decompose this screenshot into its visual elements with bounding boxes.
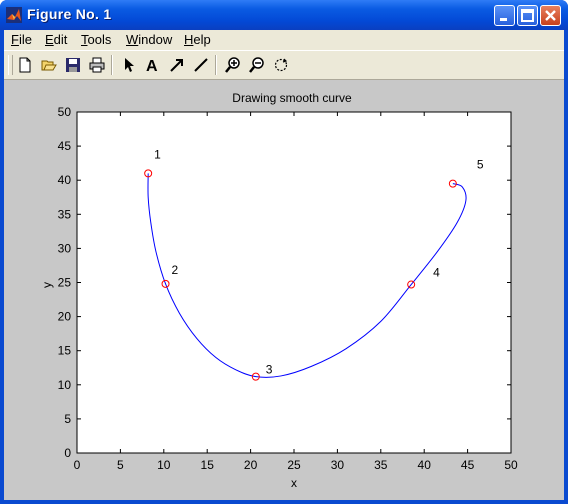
menu-edit[interactable]: Edit xyxy=(45,32,67,47)
plot-svg: Drawing smooth curve x y 0 5 10 15 20 25 30 35 4… xyxy=(40,91,518,490)
y-tick-label: 20 xyxy=(58,310,72,324)
toolbar-grip[interactable] xyxy=(8,55,13,75)
new-figure-button[interactable] xyxy=(14,54,36,76)
y-tick-label: 5 xyxy=(64,412,71,426)
insert-arrow-button[interactable] xyxy=(166,54,188,76)
insert-text-icon: A xyxy=(146,58,158,73)
title-bar[interactable]: Figure No. 1 xyxy=(0,0,568,30)
point-label: 2 xyxy=(172,263,179,277)
x-tick-label: 20 xyxy=(244,458,258,472)
matlab-icon xyxy=(6,7,22,23)
x-tick-label: 35 xyxy=(374,458,388,472)
x-tick-label: 30 xyxy=(331,458,345,472)
window-title: Figure No. 1 xyxy=(27,6,112,22)
insert-arrow-icon xyxy=(170,59,183,72)
open-file-button[interactable] xyxy=(38,54,60,76)
maximize-button[interactable] xyxy=(517,5,538,26)
save-button[interactable] xyxy=(62,54,84,76)
y-tick-label: 45 xyxy=(58,139,72,153)
menu-tools[interactable]: Tools xyxy=(81,32,111,47)
edit-plot-arrow-icon xyxy=(125,58,134,72)
insert-line-icon xyxy=(194,58,208,72)
toolbar: A xyxy=(4,50,564,80)
y-tick-label: 15 xyxy=(58,344,72,358)
y-tick-label: 35 xyxy=(58,207,72,221)
figure-window: Figure No. 1 File Edit Tools Window Help xyxy=(0,0,568,504)
menu-help[interactable]: Help xyxy=(184,32,211,47)
y-tick-label: 10 xyxy=(58,378,72,392)
x-tick-label: 50 xyxy=(504,458,518,472)
x-tick-label: 0 xyxy=(74,458,81,472)
y-tick-label: 25 xyxy=(58,276,72,290)
rotate-3d-button[interactable] xyxy=(270,54,292,76)
y-tick-label: 40 xyxy=(58,173,72,187)
zoom-out-icon xyxy=(249,57,264,73)
x-axis-label: x xyxy=(291,476,297,490)
figure-canvas: Drawing smooth curve x y 0 5 10 15 20 25 30 35 4… xyxy=(4,80,564,500)
print-button[interactable] xyxy=(86,54,108,76)
toolbar-separator xyxy=(215,55,217,75)
close-icon xyxy=(545,10,556,21)
client-area: File Edit Tools Window Help A Drawing sm… xyxy=(4,30,564,500)
new-figure-icon xyxy=(19,57,31,73)
point-label: 5 xyxy=(477,158,484,172)
y-tick-label: 30 xyxy=(58,241,72,255)
insert-line-button[interactable] xyxy=(190,54,212,76)
insert-text-button[interactable]: A xyxy=(142,54,164,76)
x-tick-label: 5 xyxy=(117,458,124,472)
x-tick-label: 10 xyxy=(157,458,171,472)
y-axis-label: y xyxy=(40,282,54,288)
x-tick-label: 25 xyxy=(287,458,301,472)
axes-background[interactable] xyxy=(77,112,511,453)
edit-plot-button[interactable] xyxy=(118,54,140,76)
x-tick-label: 45 xyxy=(461,458,475,472)
menu-file[interactable]: File xyxy=(11,32,32,47)
open-file-icon xyxy=(41,60,57,71)
point-label: 3 xyxy=(266,363,273,377)
zoom-out-button[interactable] xyxy=(246,54,268,76)
y-tick-label: 0 xyxy=(64,446,71,460)
minimize-icon xyxy=(500,18,507,21)
zoom-in-icon xyxy=(225,57,240,73)
svg-text:A: A xyxy=(146,58,158,73)
x-tick-label: 15 xyxy=(201,458,215,472)
maximize-icon xyxy=(521,9,534,22)
print-icon xyxy=(89,57,105,73)
point-label: 4 xyxy=(433,266,440,280)
y-tick-label: 50 xyxy=(58,105,72,119)
point-label: 1 xyxy=(154,147,161,161)
toolbar-separator xyxy=(111,55,113,75)
chart-title: Drawing smooth curve xyxy=(232,91,352,105)
minimize-button[interactable] xyxy=(494,5,515,26)
menu-window[interactable]: Window xyxy=(126,32,172,47)
close-button[interactable] xyxy=(540,5,561,26)
x-tick-label: 40 xyxy=(418,458,432,472)
rotate-3d-icon xyxy=(274,58,288,72)
save-icon xyxy=(66,58,80,72)
zoom-in-button[interactable] xyxy=(222,54,244,76)
menu-bar: File Edit Tools Window Help xyxy=(4,30,564,50)
